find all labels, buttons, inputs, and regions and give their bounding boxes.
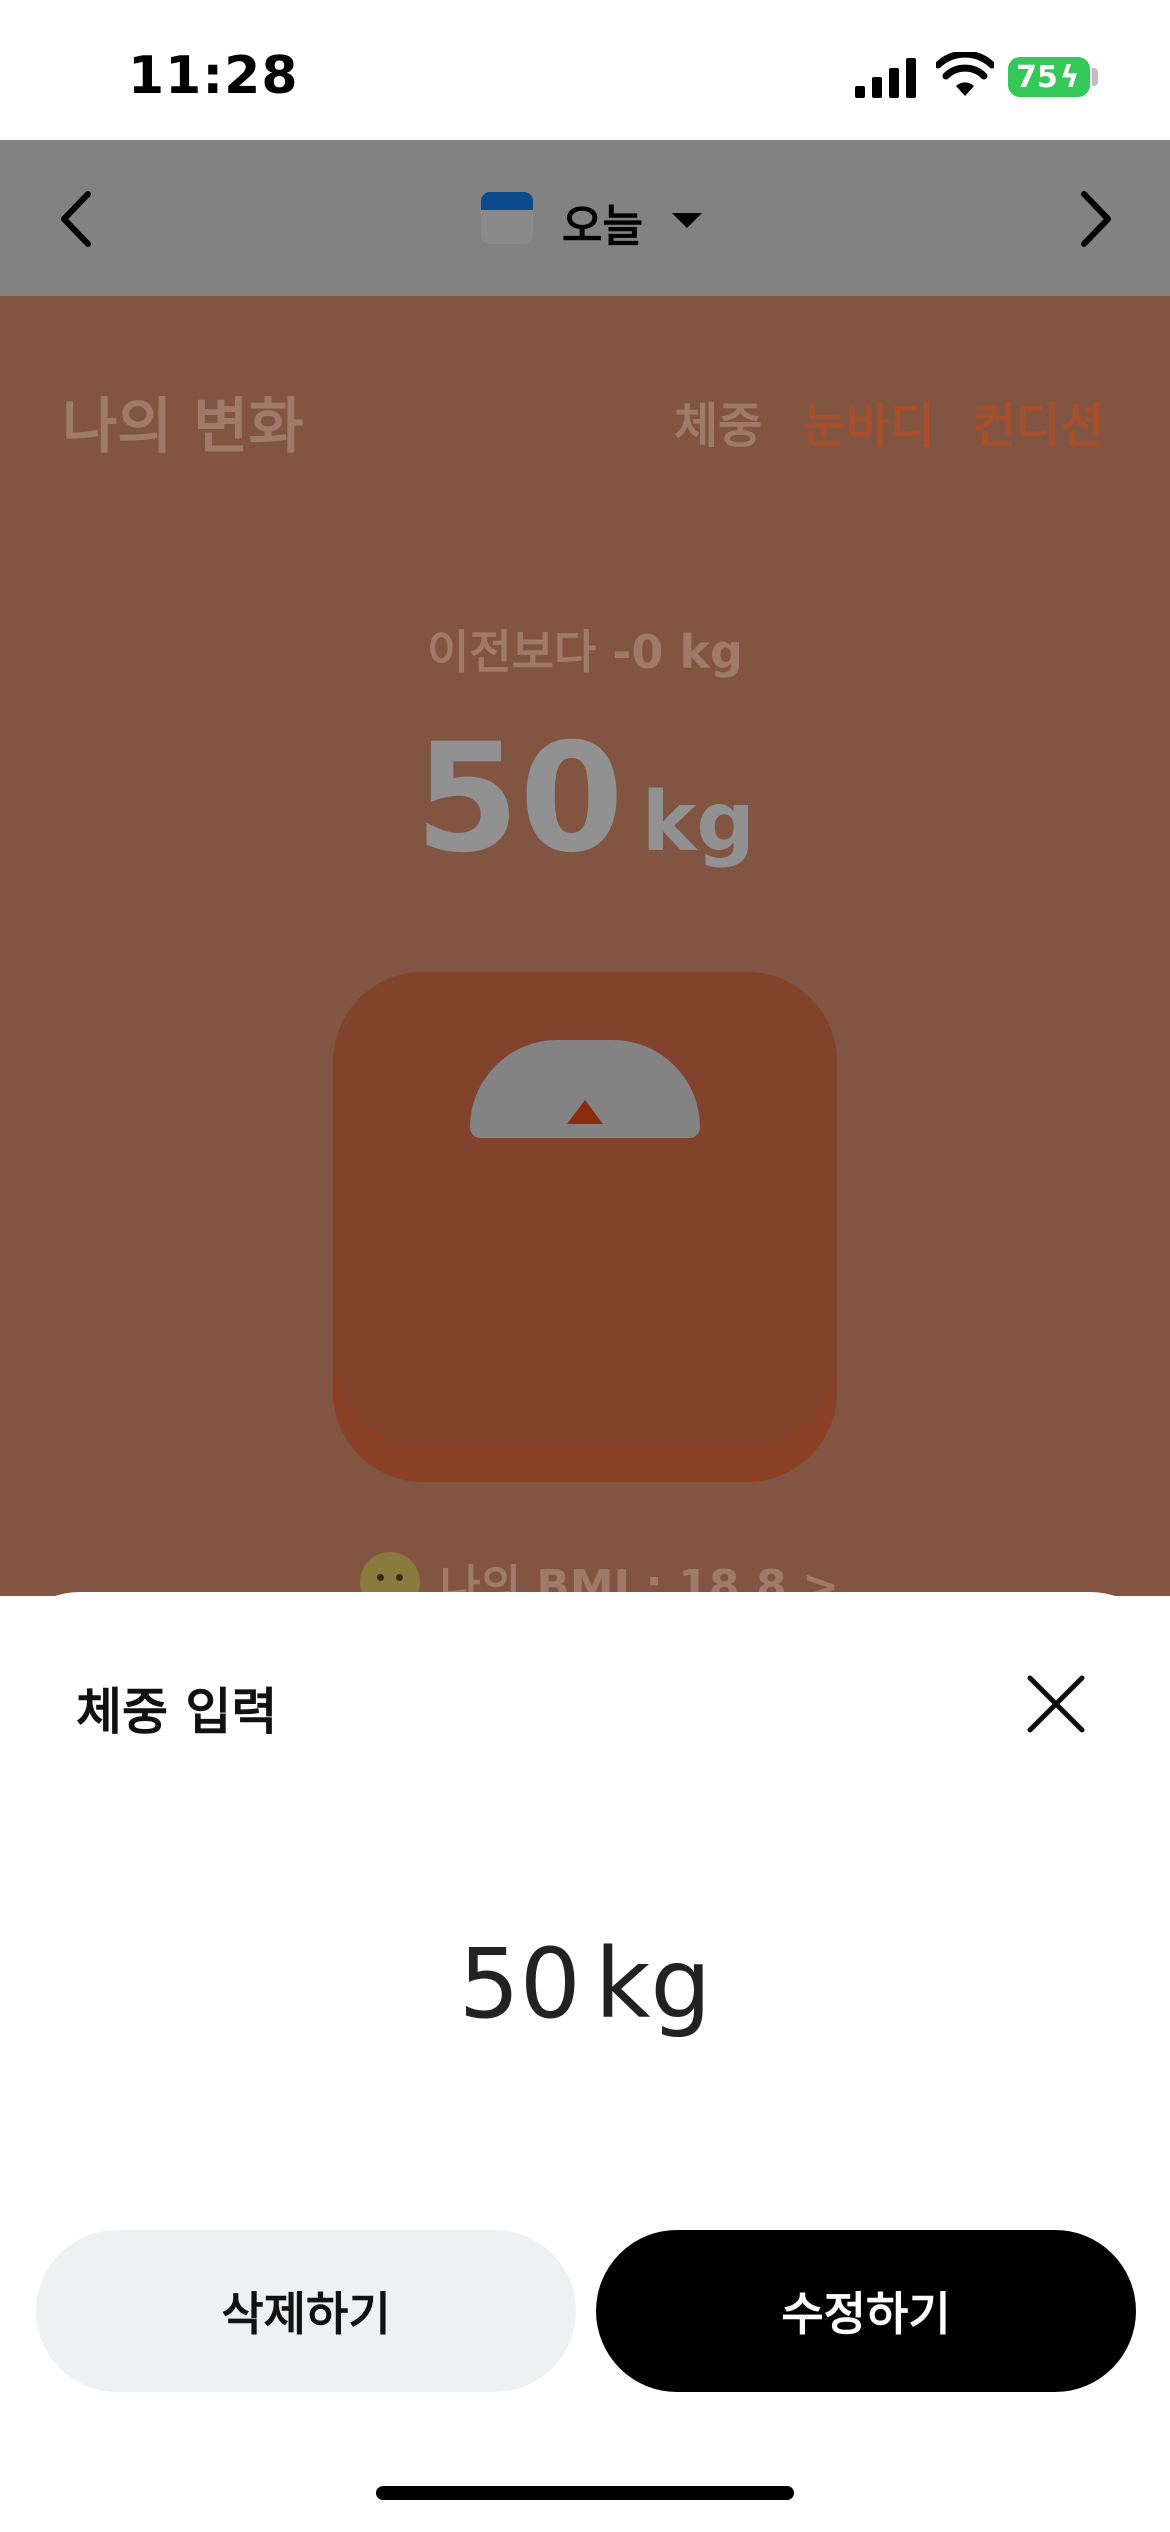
sheet-title: 체중 입력 xyxy=(76,1683,278,1741)
wifi-icon xyxy=(936,52,994,96)
cellular-signal-icon xyxy=(855,58,916,98)
current-weight: 50 kg xyxy=(0,712,1170,886)
chevron-left-icon[interactable] xyxy=(56,190,96,248)
edit-button[interactable]: 수정하기 xyxy=(596,2230,1136,2392)
current-weight-unit: kg xyxy=(641,775,755,870)
tab-eyebody[interactable]: 눈바디 xyxy=(802,386,934,456)
home-indicator[interactable] xyxy=(376,2486,794,2500)
status-time: 11:28 xyxy=(128,46,299,106)
status-bar: 11:28 75 ϟ xyxy=(0,0,1170,140)
caret-down-icon[interactable] xyxy=(672,213,702,228)
battery-tip xyxy=(1092,68,1098,86)
weight-input-unit: kg xyxy=(594,1928,712,2040)
scale-pointer-icon xyxy=(567,1100,603,1124)
weight-input-value[interactable]: 50 kg xyxy=(0,1928,1170,2040)
weight-change-label: 이전보다 -0 kg xyxy=(427,625,743,679)
tab-weight[interactable]: 체중 xyxy=(674,386,762,456)
current-weight-value: 50 xyxy=(415,712,624,886)
calendar-icon[interactable] xyxy=(481,192,533,244)
close-icon[interactable] xyxy=(1024,1672,1088,1736)
charging-bolt-icon: ϟ xyxy=(1059,59,1080,95)
delete-button[interactable]: 삭제하기 xyxy=(36,2230,576,2392)
date-selector[interactable]: 오늘 xyxy=(562,190,643,254)
battery-level: 75 xyxy=(1016,59,1058,95)
chevron-right-icon[interactable] xyxy=(1076,190,1116,248)
section-title: 나의 변화 xyxy=(62,392,304,462)
battery-icon: 75 ϟ xyxy=(1008,57,1090,97)
tab-condition[interactable]: 컨디션 xyxy=(972,386,1104,456)
weight-input-number: 50 xyxy=(458,1928,581,2040)
